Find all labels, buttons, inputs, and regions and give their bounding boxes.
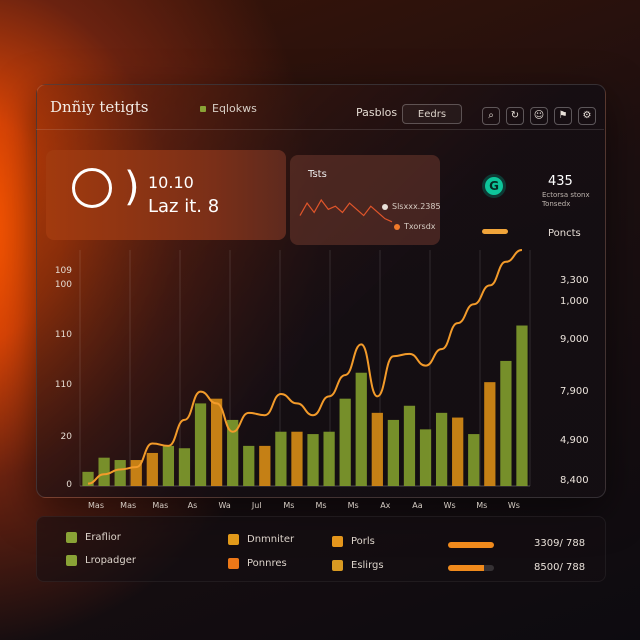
- menu-link[interactable]: Pasblos: [356, 106, 397, 119]
- x-tick-label: As: [188, 501, 198, 510]
- breadcrumb-label: Eqlokws: [212, 102, 257, 115]
- kpi-right-link[interactable]: Poncts: [548, 228, 581, 239]
- kpi-right-sublabel: Ectorsa stonx Tonsedx: [542, 191, 590, 208]
- kpi-main-label: Laz it. 8: [148, 196, 220, 217]
- x-tick-label: Ms: [315, 501, 326, 510]
- legend-item[interactable]: Eraflior: [66, 532, 121, 543]
- legend-label: Eslirgs: [351, 560, 384, 571]
- legend-dot-icon: [382, 203, 388, 210]
- progress-fill: [448, 565, 484, 571]
- progress-bar: [448, 565, 494, 571]
- mini-chart-title: Tsts: [308, 169, 327, 180]
- x-tick-label: Ws: [444, 501, 456, 510]
- x-tick-label: Ws: [508, 501, 520, 510]
- kpi-main-value: 10.10: [148, 173, 194, 192]
- x-tick-label: Ms: [348, 501, 359, 510]
- mini-legend-item: Txorsdx: [394, 222, 436, 231]
- x-tick-label: Ms: [283, 501, 294, 510]
- legend-label: Ponnres: [247, 558, 287, 569]
- x-tick-label: Aa: [412, 501, 422, 510]
- mini-legend-label: Slsxxx.2385: [392, 202, 441, 211]
- refresh-icon[interactable]: ↻: [506, 107, 524, 125]
- progress-bar: [448, 542, 494, 548]
- kpi-right-value: 435: [548, 174, 573, 189]
- progress-fill: [448, 542, 494, 548]
- mini-legend-item: Slsxxx.2385: [382, 202, 441, 211]
- legend-swatch: [332, 560, 343, 571]
- legend-swatch: [66, 532, 77, 543]
- status-icon: G: [482, 174, 506, 198]
- status-indicator: [482, 229, 508, 234]
- legend-item[interactable]: Porls: [332, 536, 375, 547]
- x-tick-label: Wa: [218, 501, 230, 510]
- mini-legend-label: Txorsdx: [404, 222, 436, 231]
- legend-swatch: [66, 555, 77, 566]
- legend-label: Lropadger: [85, 555, 137, 566]
- legend-dot-icon: [394, 223, 400, 230]
- legend-label: Porls: [351, 536, 375, 547]
- legend-label: Dnmniter: [247, 534, 295, 545]
- progress-value: 8500/ 788: [534, 562, 586, 573]
- progress-value: 3309/ 788: [534, 538, 586, 549]
- breadcrumb-icon: [200, 105, 206, 112]
- legend-swatch: [228, 558, 239, 569]
- breadcrumb[interactable]: Eqlokws: [200, 102, 257, 115]
- legend-swatch: [332, 536, 343, 547]
- legend-swatch: [228, 534, 239, 545]
- legend-item[interactable]: Ponnres: [228, 558, 287, 569]
- ring-icon: [72, 168, 112, 208]
- legend-item[interactable]: Dnmniter: [228, 534, 294, 545]
- x-tick-label: Jul: [251, 501, 262, 510]
- legend-panel: [36, 516, 606, 582]
- bookmark-icon[interactable]: ⚑: [554, 107, 572, 125]
- user-icon[interactable]: ☺: [530, 107, 548, 125]
- legend-label: Eraflior: [85, 532, 121, 543]
- bracket-icon: ): [124, 164, 140, 210]
- x-tick-label: Mas: [120, 501, 136, 510]
- x-tick-label: Mas: [152, 501, 168, 510]
- settings-icon[interactable]: ⚙: [578, 107, 596, 125]
- dashboard-panel: [36, 84, 606, 498]
- search-icon[interactable]: ⌕: [482, 107, 500, 125]
- x-tick-label: Ms: [476, 501, 487, 510]
- legend-item[interactable]: Eslirgs: [332, 560, 384, 571]
- filter-select[interactable]: Eedrs: [402, 104, 462, 124]
- x-tick-label: Ax: [380, 501, 390, 510]
- header-divider: [36, 129, 604, 130]
- page-title: Dnñiy tetigts: [50, 98, 149, 116]
- legend-item[interactable]: Lropadger: [66, 555, 136, 566]
- x-tick-label: Mas: [88, 501, 104, 510]
